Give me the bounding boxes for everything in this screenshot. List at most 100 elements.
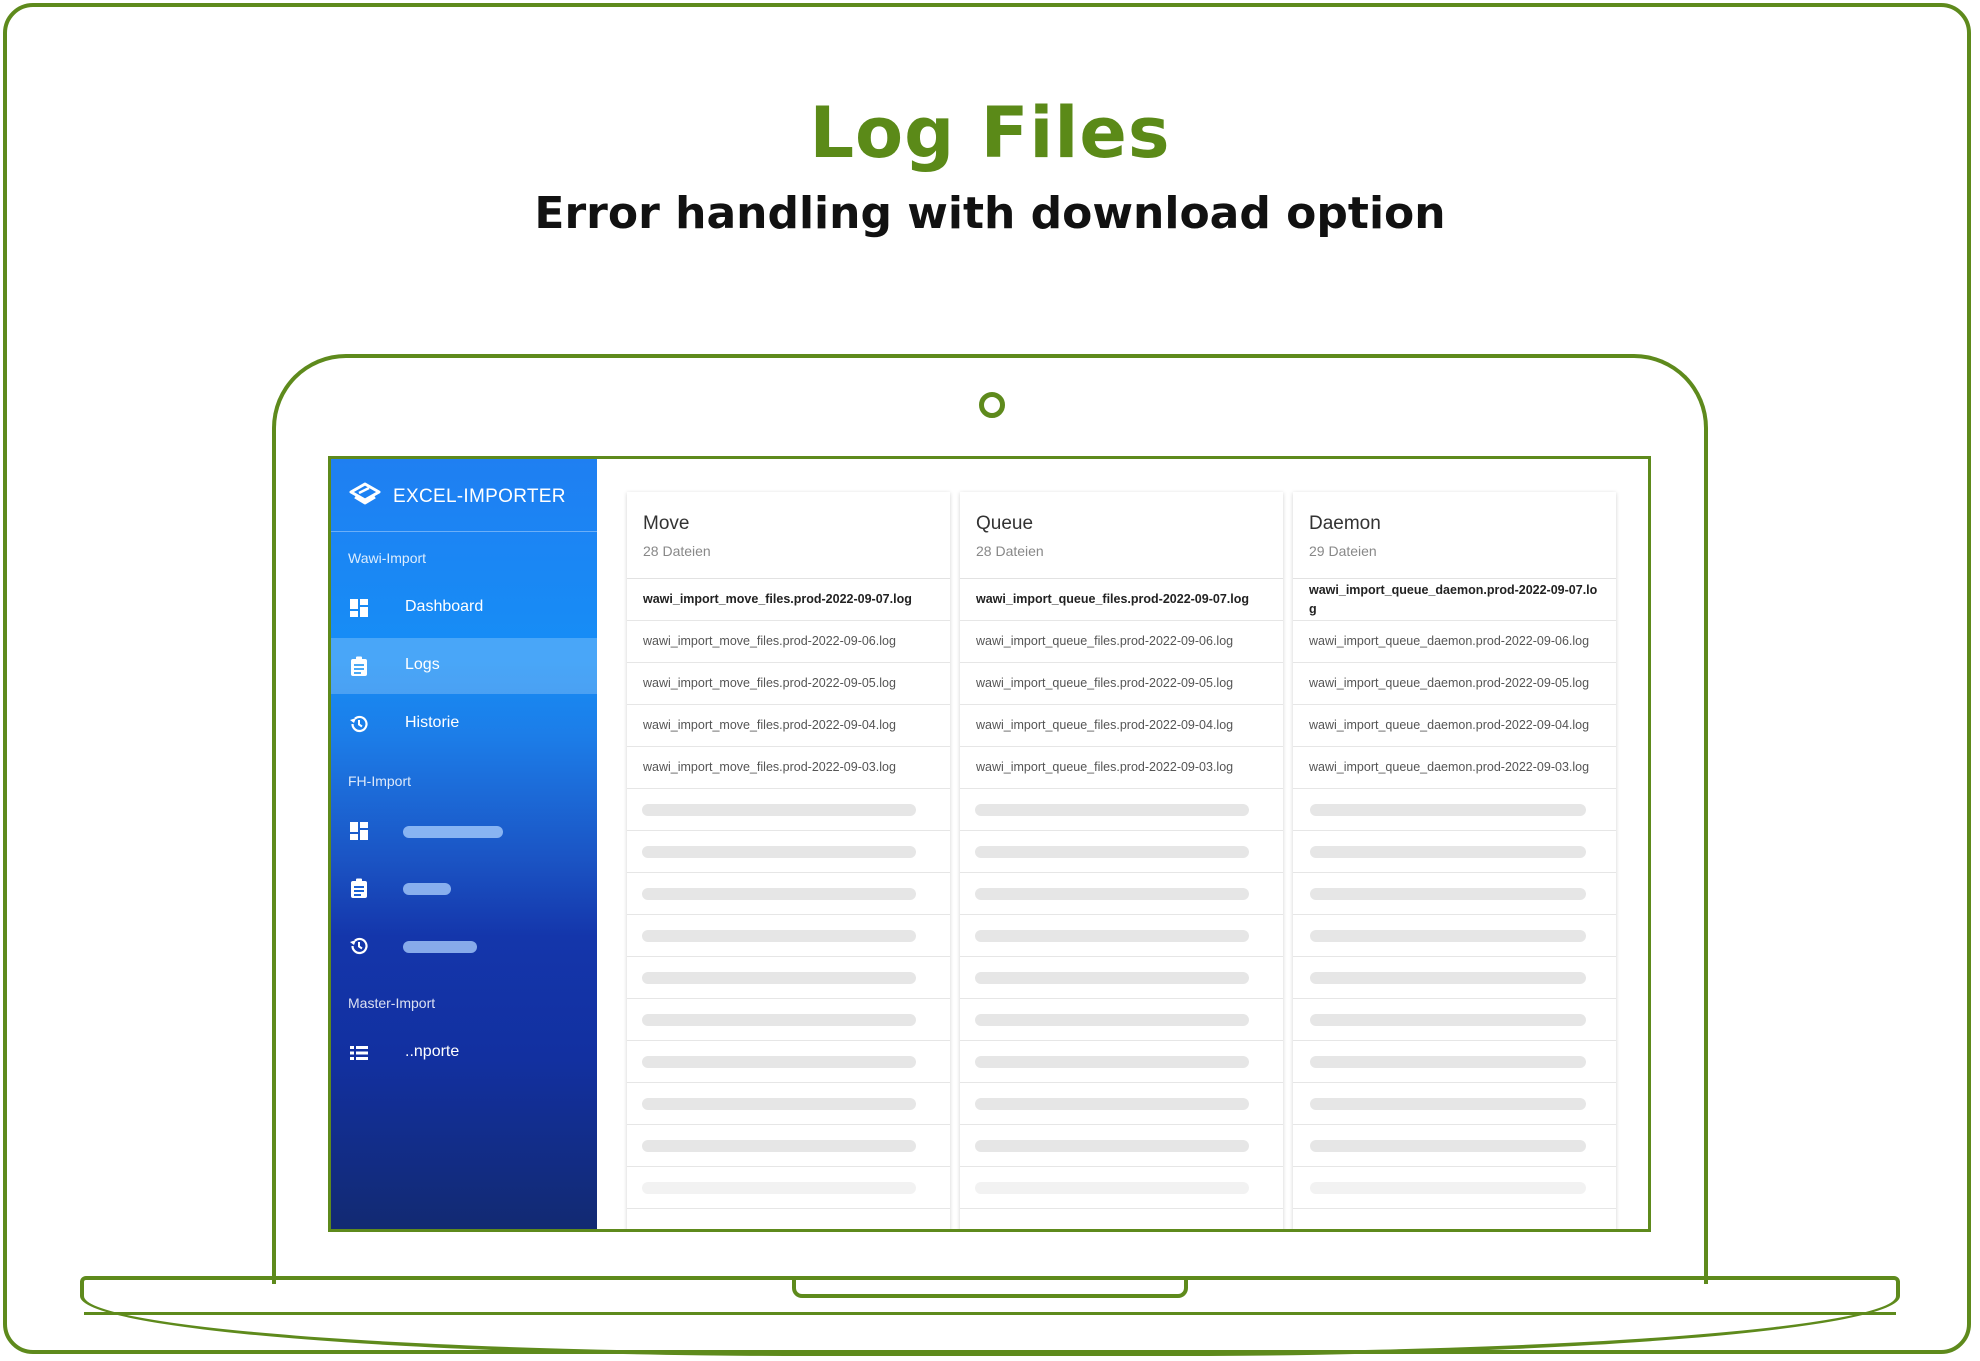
skeleton-bar (1310, 888, 1586, 900)
skeleton-bar (642, 1140, 916, 1152)
skeleton-row (960, 1125, 1283, 1167)
hero-subtitle: Error handling with download option (534, 188, 1446, 239)
skeleton-bar (642, 930, 916, 942)
sidebar-item-historie[interactable]: Historie (331, 696, 597, 752)
skeleton-row (627, 999, 950, 1041)
skeleton-bar (975, 972, 1249, 984)
log-file-row[interactable]: wawi_import_queue_daemon.prod-2022-09-03… (1293, 747, 1616, 789)
skeleton-bar (642, 846, 916, 858)
section-label-master-import: Master-Import (348, 995, 436, 1011)
hero-title: Log Files (809, 92, 1171, 174)
sidebar-item-label: Logs (405, 656, 440, 673)
skeleton-bar (642, 1014, 916, 1026)
skeleton-row (1293, 1083, 1616, 1125)
label-placeholder (403, 883, 451, 895)
label-placeholder (403, 826, 503, 838)
section-label-fh-import: FH-Import (348, 773, 411, 789)
sidebar-item-dashboard[interactable]: Dashboard (331, 580, 597, 636)
log-file-row[interactable]: wawi_import_queue_daemon.prod-2022-09-06… (1293, 621, 1616, 663)
skeleton-row (627, 957, 950, 999)
dashboard-icon (350, 599, 368, 617)
card-title: Move (643, 513, 690, 534)
list-icon (350, 1046, 368, 1060)
log-file-row[interactable]: wawi_import_move_files.prod-2022-09-05.l… (627, 663, 950, 705)
skeleton-row (627, 1125, 950, 1167)
log-file-row[interactable]: wawi_import_move_files.prod-2022-09-04.l… (627, 705, 950, 747)
log-file-row[interactable]: wawi_import_move_files.prod-2022-09-06.l… (627, 621, 950, 663)
card-header: Queue 28 Dateien (960, 492, 1283, 579)
log-card-queue: Queue 28 Dateien wawi_import_queue_files… (960, 492, 1283, 1229)
dashboard-icon (350, 822, 368, 840)
brand-name: EXCEL-IMPORTER (393, 486, 566, 507)
skeleton-row (1293, 1041, 1616, 1083)
skeleton-row (960, 1041, 1283, 1083)
skeleton-bar (975, 846, 1249, 858)
log-file-row[interactable]: wawi_import_queue_files.prod-2022-09-05.… (960, 663, 1283, 705)
sidebar-item-fh-logs[interactable] (331, 860, 597, 916)
skeleton-row (627, 1041, 950, 1083)
sidebar-item-fh-historie[interactable] (331, 918, 597, 974)
laptop-base-edge (84, 1312, 1896, 1315)
sidebar-item-logs[interactable]: Logs (331, 638, 597, 694)
brand-header[interactable]: EXCEL-IMPORTER (331, 459, 597, 532)
skeleton-bar (1310, 1140, 1586, 1152)
log-file-row[interactable]: wawi_import_queue_daemon.prod-2022-09-05… (1293, 663, 1616, 705)
skeleton-row (1293, 915, 1616, 957)
skeleton-row (627, 1083, 950, 1125)
app-screen: EXCEL-IMPORTER Wawi-Import Dashboard Log… (328, 456, 1651, 1232)
clipboard-icon (351, 656, 367, 676)
layers-icon (349, 482, 381, 505)
skeleton-row (1293, 1167, 1616, 1209)
skeleton-bar (1310, 1182, 1586, 1194)
history-icon (350, 937, 368, 955)
log-card-daemon: Daemon 29 Dateien wawi_import_queue_daem… (1293, 492, 1616, 1229)
skeleton-row (960, 873, 1283, 915)
skeleton-bar (1310, 1014, 1586, 1026)
skeleton-row (1293, 957, 1616, 999)
skeleton-row (1293, 831, 1616, 873)
history-icon (350, 715, 368, 733)
skeleton-bar (1310, 804, 1586, 816)
log-file-row[interactable]: wawi_import_queue_files.prod-2022-09-07.… (960, 579, 1283, 621)
skeleton-row (960, 957, 1283, 999)
skeleton-bar (642, 888, 916, 900)
log-file-row[interactable]: wawi_import_queue_files.prod-2022-09-03.… (960, 747, 1283, 789)
skeleton-bar (975, 930, 1249, 942)
camera-icon (979, 392, 1005, 418)
skeleton-bar (975, 1098, 1249, 1110)
skeleton-row (960, 1083, 1283, 1125)
skeleton-row (627, 1167, 950, 1209)
skeleton-bar (975, 804, 1249, 816)
file-count: 28 Dateien (976, 543, 1044, 559)
log-file-row[interactable]: wawi_import_move_files.prod-2022-09-07.l… (627, 579, 950, 621)
file-list: wawi_import_queue_files.prod-2022-09-07.… (960, 579, 1283, 1209)
log-file-row[interactable]: wawi_import_queue_daemon.prod-2022-09-07… (1293, 579, 1616, 621)
log-file-row[interactable]: wawi_import_queue_files.prod-2022-09-04.… (960, 705, 1283, 747)
main-content: Move 28 Dateien wawi_import_move_files.p… (597, 459, 1648, 1229)
skeleton-row (1293, 873, 1616, 915)
log-file-row[interactable]: wawi_import_move_files.prod-2022-09-03.l… (627, 747, 950, 789)
sidebar-item-label: Dashboard (405, 598, 484, 615)
skeleton-row (627, 789, 950, 831)
sidebar: EXCEL-IMPORTER Wawi-Import Dashboard Log… (331, 459, 597, 1229)
skeleton-bar (1310, 1056, 1586, 1068)
skeleton-bar (642, 804, 916, 816)
log-file-row[interactable]: wawi_import_queue_files.prod-2022-09-06.… (960, 621, 1283, 663)
skeleton-bar (642, 972, 916, 984)
file-list: wawi_import_queue_daemon.prod-2022-09-07… (1293, 579, 1616, 1209)
skeleton-row (627, 831, 950, 873)
sidebar-item-importe[interactable]: ..nporte (331, 1025, 597, 1081)
log-file-row[interactable]: wawi_import_queue_daemon.prod-2022-09-04… (1293, 705, 1616, 747)
section-label-wawi-import: Wawi-Import (348, 550, 427, 566)
skeleton-bar (1310, 846, 1586, 858)
skeleton-row (960, 999, 1283, 1041)
skeleton-bar (1310, 972, 1586, 984)
skeleton-bar (642, 1182, 916, 1194)
skeleton-bar (1310, 930, 1586, 942)
skeleton-row (627, 873, 950, 915)
skeleton-row (1293, 789, 1616, 831)
sidebar-item-fh-dashboard[interactable] (331, 803, 597, 859)
file-list: wawi_import_move_files.prod-2022-09-07.l… (627, 579, 950, 1209)
clipboard-icon (351, 878, 367, 898)
log-card-move: Move 28 Dateien wawi_import_move_files.p… (627, 492, 950, 1229)
